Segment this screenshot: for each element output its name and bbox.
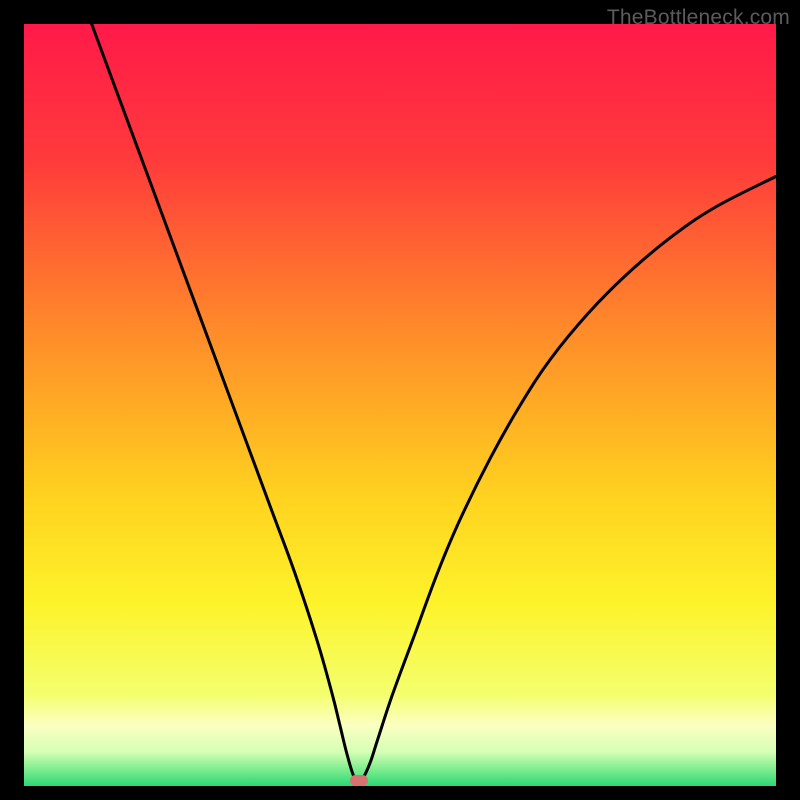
chart-frame	[24, 24, 776, 786]
bottleneck-chart	[24, 24, 776, 786]
optimal-marker	[350, 775, 368, 786]
watermark-text: TheBottleneck.com	[607, 6, 790, 30]
